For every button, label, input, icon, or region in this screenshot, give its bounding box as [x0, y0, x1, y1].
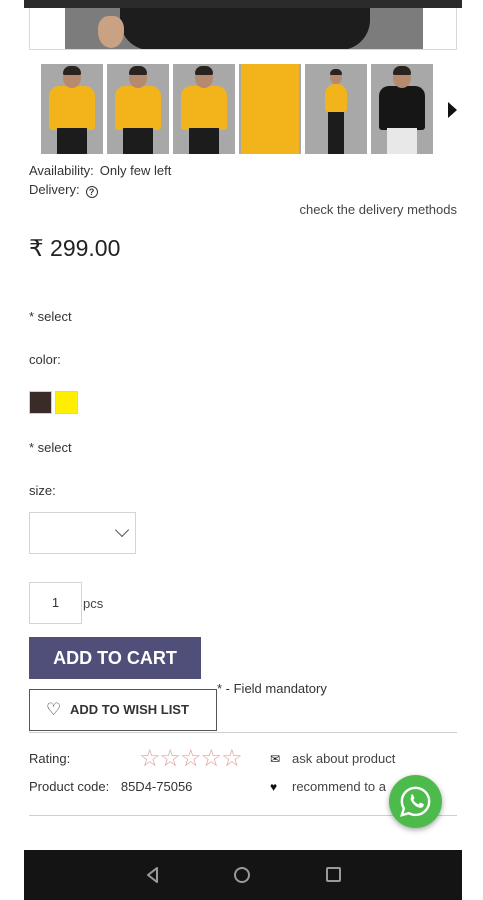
- thumbnail-3[interactable]: [173, 64, 235, 154]
- next-arrow-icon[interactable]: [448, 102, 457, 118]
- availability-label: Availability:: [29, 163, 94, 178]
- size-select[interactable]: [29, 512, 136, 554]
- thumbnail-strip: [41, 64, 433, 154]
- whatsapp-icon: [400, 786, 431, 817]
- heart-outline-icon: ♡: [46, 700, 62, 719]
- product-code-row: Product code: 85D4-75056: [29, 779, 192, 794]
- wish-list-label: ADD TO WISH LIST: [70, 702, 189, 717]
- thumbnail-4[interactable]: [239, 64, 301, 154]
- whatsapp-button[interactable]: [389, 775, 442, 828]
- size-label: size:: [29, 483, 56, 498]
- color-swatch-yellow[interactable]: [55, 391, 78, 414]
- delivery-label: Delivery:: [29, 182, 80, 197]
- recent-apps-icon[interactable]: [326, 867, 341, 882]
- thumbnail-5[interactable]: [305, 64, 367, 154]
- product-price: ₹ 299.00: [29, 235, 121, 261]
- delivery-row: Delivery:?: [29, 182, 98, 198]
- divider: [29, 732, 457, 733]
- heart-icon: ♥: [270, 780, 278, 794]
- quantity-unit: pcs: [83, 596, 104, 611]
- product-main-image[interactable]: [29, 8, 457, 50]
- mandatory-note: * - Field mandatory: [217, 681, 327, 696]
- ask-about-product-link[interactable]: ✉ ask about product: [270, 751, 395, 766]
- image-hand: [98, 16, 124, 48]
- add-to-wish-list-button[interactable]: ♡ ADD TO WISH LIST: [29, 689, 217, 731]
- android-nav-bar: [24, 850, 462, 900]
- status-bar: [24, 0, 462, 8]
- home-icon[interactable]: [234, 867, 250, 883]
- recommend-label: recommend to a: [292, 779, 386, 794]
- availability-row: Availability: Only few left: [29, 163, 171, 178]
- quantity-input[interactable]: 1: [29, 582, 82, 624]
- color-swatch-brown[interactable]: [29, 391, 52, 414]
- image-shirt: [120, 8, 370, 49]
- add-to-cart-button[interactable]: ADD TO CART: [29, 637, 201, 679]
- thumbnail-6[interactable]: [371, 64, 433, 154]
- product-code-label: Product code:: [29, 779, 110, 794]
- help-icon[interactable]: ?: [85, 186, 98, 198]
- color-label: color:: [29, 352, 61, 367]
- delivery-methods-link[interactable]: check the delivery methods: [299, 202, 457, 217]
- size-required-label: * select: [29, 440, 72, 455]
- rating-stars[interactable]: ☆☆☆☆☆: [139, 744, 243, 773]
- recommend-link[interactable]: ♥ recommend to a: [270, 779, 386, 794]
- ask-about-product-label: ask about product: [292, 751, 396, 766]
- product-code-value: 85D4-75056: [120, 779, 193, 794]
- thumbnail-2[interactable]: [107, 64, 169, 154]
- rating-label: Rating:: [29, 751, 71, 766]
- thumbnail-1[interactable]: [41, 64, 103, 154]
- back-icon[interactable]: [144, 866, 162, 884]
- chevron-down-icon: [114, 522, 130, 538]
- availability-value: Only few left: [99, 163, 172, 178]
- envelope-icon: ✉: [270, 752, 281, 766]
- color-required-label: * select: [29, 309, 72, 324]
